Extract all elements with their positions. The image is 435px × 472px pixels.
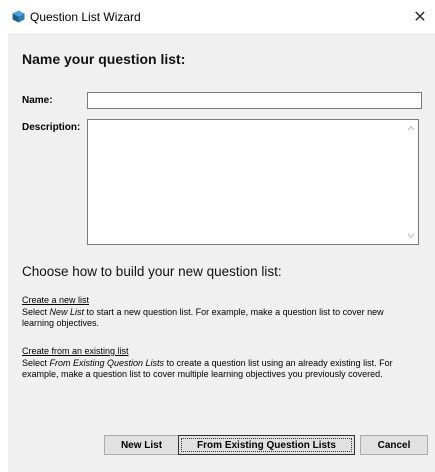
- description-label: Description:: [22, 122, 81, 133]
- create-from-existing-description: Select From Existing Question Lists to c…: [22, 358, 393, 379]
- title-bar: Question List Wizard ✕: [0, 0, 435, 33]
- wizard-panel: Name your question list: Name: Descripti…: [8, 33, 435, 472]
- from-existing-button[interactable]: From Existing Question Lists: [178, 435, 355, 455]
- cancel-button[interactable]: Cancel: [360, 435, 428, 455]
- close-button[interactable]: ✕: [405, 0, 435, 33]
- create-new-list-link[interactable]: Create a new list: [22, 295, 89, 305]
- section-title: Choose how to build your new question li…: [22, 264, 282, 279]
- new-list-button[interactable]: New List: [104, 435, 179, 455]
- create-new-list-description: Select New List to start a new question …: [22, 307, 384, 328]
- name-label: Name:: [22, 95, 53, 106]
- scroll-up-icon[interactable]: [407, 124, 415, 132]
- name-input[interactable]: [87, 92, 422, 109]
- description-scrollbar[interactable]: [404, 120, 418, 244]
- create-from-existing-link[interactable]: Create from an existing list: [22, 346, 129, 356]
- cube-icon: [12, 10, 25, 23]
- description-field: [87, 119, 419, 245]
- description-input[interactable]: [88, 120, 404, 244]
- scroll-down-icon[interactable]: [407, 232, 415, 240]
- window-title: Question List Wizard: [30, 10, 141, 24]
- page-title: Name your question list:: [22, 51, 186, 67]
- close-icon: ✕: [413, 8, 427, 26]
